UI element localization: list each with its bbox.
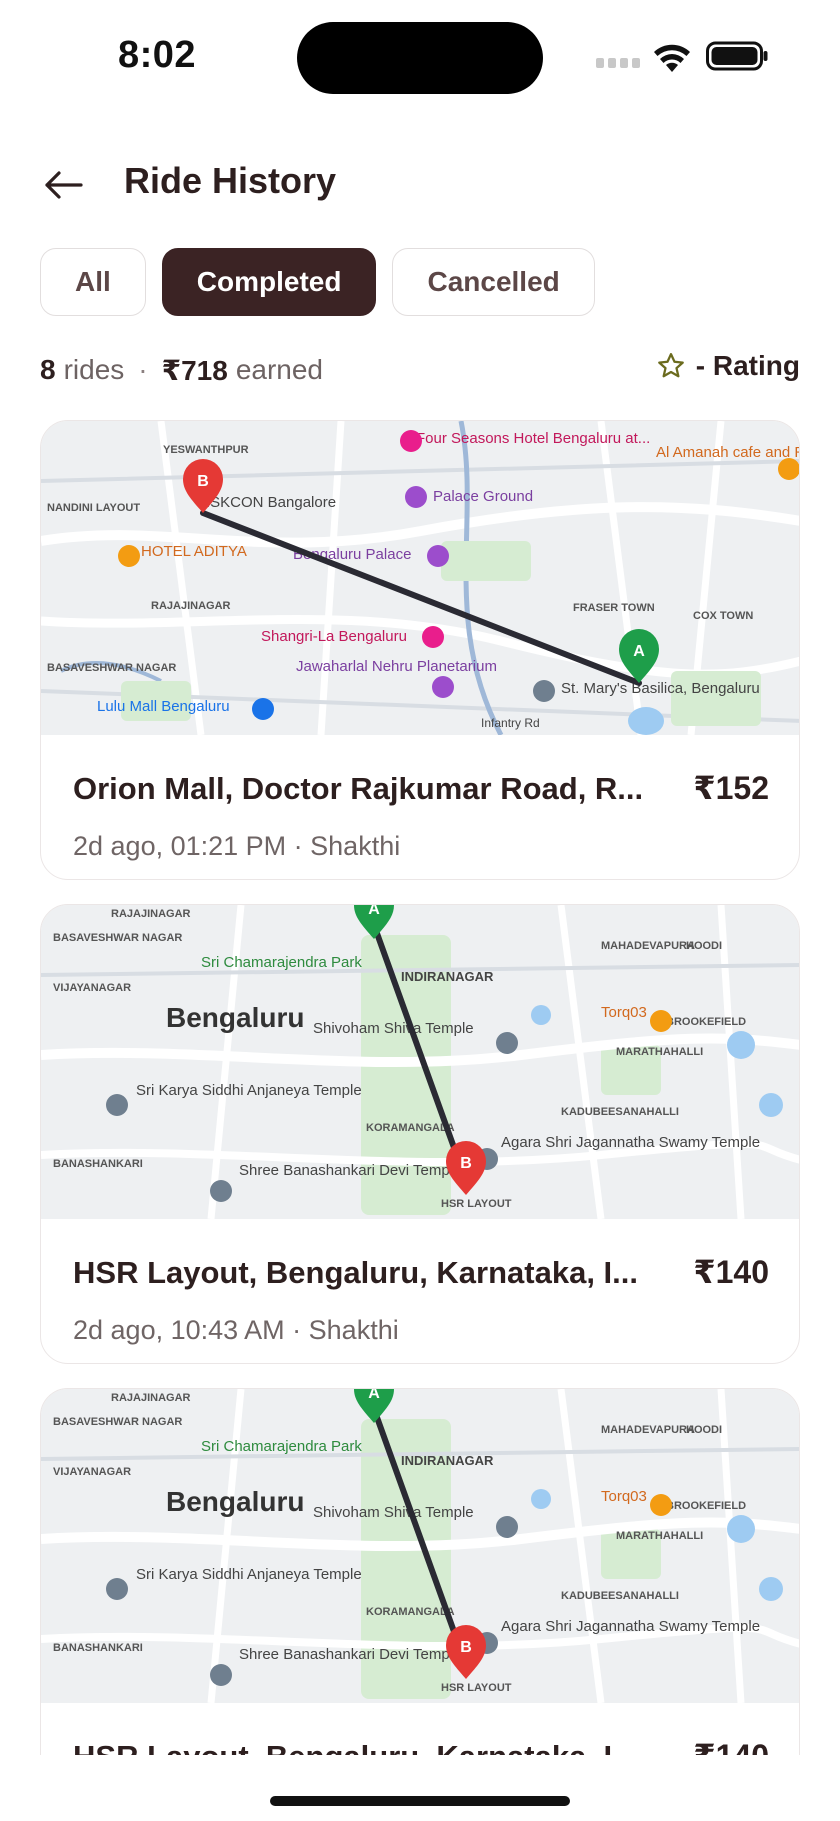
map-label: VIJAYANAGAR xyxy=(53,982,131,994)
route-map: RAJAJINAGAR BASAVESHWAR NAGAR VIJAYANAGA… xyxy=(41,905,799,1219)
header: Ride History xyxy=(0,150,840,230)
map-label: Bengaluru xyxy=(166,1002,304,1033)
map-label: NANDINI LAYOUT xyxy=(47,502,140,514)
map-label: Agara Shri Jagannatha Swamy Temple xyxy=(501,1134,760,1151)
map-label: HSR LAYOUT xyxy=(441,1682,512,1694)
summary-separator: · xyxy=(138,354,148,385)
map-label: RAJAJINAGAR xyxy=(111,1392,191,1404)
ride-summary: 8 rides · ₹718 earned - Rating xyxy=(40,350,800,390)
status-bar: 8:02 xyxy=(0,0,840,110)
map-label: BASAVESHWAR NAGAR xyxy=(53,1416,182,1428)
battery-icon xyxy=(706,41,768,71)
map-label: Shree Banashankari Devi Temple xyxy=(239,1646,461,1663)
tab-cancelled[interactable]: Cancelled xyxy=(392,248,595,316)
map-label: Torq03 xyxy=(601,1004,647,1021)
map-label: MAHADEVAPURA xyxy=(601,1424,695,1436)
map-label: Sri Karya Siddhi Anjaneya Temple xyxy=(136,1082,362,1099)
map-label: INDIRANAGAR xyxy=(401,969,494,984)
map-label: HOTEL ADITYA xyxy=(141,543,247,560)
tab-all[interactable]: All xyxy=(40,248,146,316)
map-label: Shree Banashankari Devi Temple xyxy=(239,1162,461,1179)
earned-amount: ₹718 xyxy=(161,354,228,386)
map-label: YESWANTHPUR xyxy=(163,444,249,456)
svg-text:B: B xyxy=(460,1639,472,1656)
map-label: MAHADEVAPURA xyxy=(601,940,695,952)
map-label: COX TOWN xyxy=(693,610,753,622)
map-label: Bengaluru xyxy=(166,1486,304,1517)
rating-legend-label: - Rating xyxy=(695,350,800,381)
map-label: RAJAJINAGAR xyxy=(151,600,231,612)
map-label: Al Amanah cafe and Restaurant xyxy=(656,444,800,461)
ride-destination: HSR Layout, Bengaluru, Karnataka, I... xyxy=(73,1255,639,1290)
map-label: FRASER TOWN xyxy=(573,602,655,614)
filter-tabs: All Completed Cancelled xyxy=(40,248,595,316)
map-label: HOODI xyxy=(686,1424,722,1436)
map-label: Lulu Mall Bengaluru xyxy=(97,698,230,715)
map-label: Sri Chamarajendra Park xyxy=(201,1438,362,1455)
page-title: Ride History xyxy=(124,160,337,201)
map-label: St. Mary's Basilica, Bengaluru xyxy=(561,680,760,697)
map-label: HOODI xyxy=(686,940,722,952)
map-label: Palace Ground xyxy=(433,488,533,505)
svg-text:A: A xyxy=(368,1389,380,1402)
map-label: BANASHANKARI xyxy=(53,1158,143,1170)
svg-text:A: A xyxy=(633,643,645,660)
map-label: BASAVESHWAR NAGAR xyxy=(53,932,182,944)
map-label: Agara Shri Jagannatha Swamy Temple xyxy=(501,1618,760,1635)
map-label: MARATHAHALLI xyxy=(616,1046,703,1058)
arrow-left-icon xyxy=(45,171,83,199)
tab-completed[interactable]: Completed xyxy=(161,248,377,316)
ride-card[interactable]: RAJAJINAGAR BASAVESHWAR NAGAR VIJAYANAGA… xyxy=(40,904,800,1364)
earned-label: earned xyxy=(235,354,323,385)
svg-text:B: B xyxy=(197,473,209,490)
ride-count: 8 xyxy=(40,354,56,385)
ride-fare: ₹152 xyxy=(693,770,769,806)
map-label: Sri Karya Siddhi Anjaneya Temple xyxy=(136,1566,362,1583)
rating-legend: - Rating xyxy=(656,350,800,382)
status-time: 8:02 xyxy=(118,34,197,76)
bottom-safe-area xyxy=(0,1755,840,1821)
map-label: HSR LAYOUT xyxy=(441,1198,512,1210)
map-label: Shivoham Shiva Temple xyxy=(313,1504,474,1521)
map-label: BANASHANKARI xyxy=(53,1642,143,1654)
map-label: Shangri-La Bengaluru xyxy=(261,628,407,645)
map-label: Sri Chamarajendra Park xyxy=(201,954,362,971)
map-label: MARATHAHALLI xyxy=(616,1530,703,1542)
map-label: BROOKEFIELD xyxy=(666,1016,746,1028)
map-label: KORAMANGALA xyxy=(366,1606,455,1618)
map-label: INDIRANAGAR xyxy=(401,1453,494,1468)
ride-card[interactable]: YESWANTHPUR NANDINI LAYOUT RAJAJINAGAR B… xyxy=(40,420,800,880)
map-label: KORAMANGALA xyxy=(366,1122,455,1134)
cellular-signal-icon xyxy=(596,58,640,68)
wifi-icon xyxy=(654,44,690,72)
home-indicator[interactable] xyxy=(270,1796,570,1806)
map-label: KADUBEESANAHALLI xyxy=(561,1106,679,1118)
ride-fare: ₹140 xyxy=(693,1254,769,1290)
svg-text:A: A xyxy=(368,905,380,918)
rides-label: rides xyxy=(63,354,125,385)
svg-text:B: B xyxy=(460,1155,472,1172)
back-button[interactable] xyxy=(36,158,90,212)
map-label: KADUBEESANAHALLI xyxy=(561,1590,679,1602)
route-map: YESWANTHPUR NANDINI LAYOUT RAJAJINAGAR B… xyxy=(41,421,800,735)
ride-meta: 2d ago, 01:21 PM · Shakthi xyxy=(73,831,401,861)
ride-destination: Orion Mall, Doctor Rajkumar Road, R... xyxy=(73,771,644,806)
map-label: BROOKEFIELD xyxy=(666,1500,746,1512)
map-label: VIJAYANAGAR xyxy=(53,1466,131,1478)
map-label: BASAVESHWAR NAGAR xyxy=(47,662,176,674)
map-label: Infantry Rd xyxy=(481,716,540,730)
route-map: RAJAJINAGAR BASAVESHWAR NAGAR VIJAYANAGA… xyxy=(41,1389,799,1703)
ride-info: HSR Layout, Bengaluru, Karnataka, I... ₹… xyxy=(41,1219,799,1363)
map-label: Jawaharlal Nehru Planetarium xyxy=(296,658,497,675)
map-label: Four Seasons Hotel Bengaluru at... xyxy=(416,430,650,447)
map-label: Torq03 xyxy=(601,1488,647,1505)
map-label: Shivoham Shiva Temple xyxy=(313,1020,474,1037)
dynamic-island xyxy=(297,22,543,94)
ride-info: Orion Mall, Doctor Rajkumar Road, R... ₹… xyxy=(41,735,799,879)
map-label: RAJAJINAGAR xyxy=(111,908,191,920)
ride-meta: 2d ago, 10:43 AM · Shakthi xyxy=(73,1315,399,1345)
map-label: ISKCON Bangalore xyxy=(206,494,336,511)
star-outline-icon xyxy=(657,353,684,378)
